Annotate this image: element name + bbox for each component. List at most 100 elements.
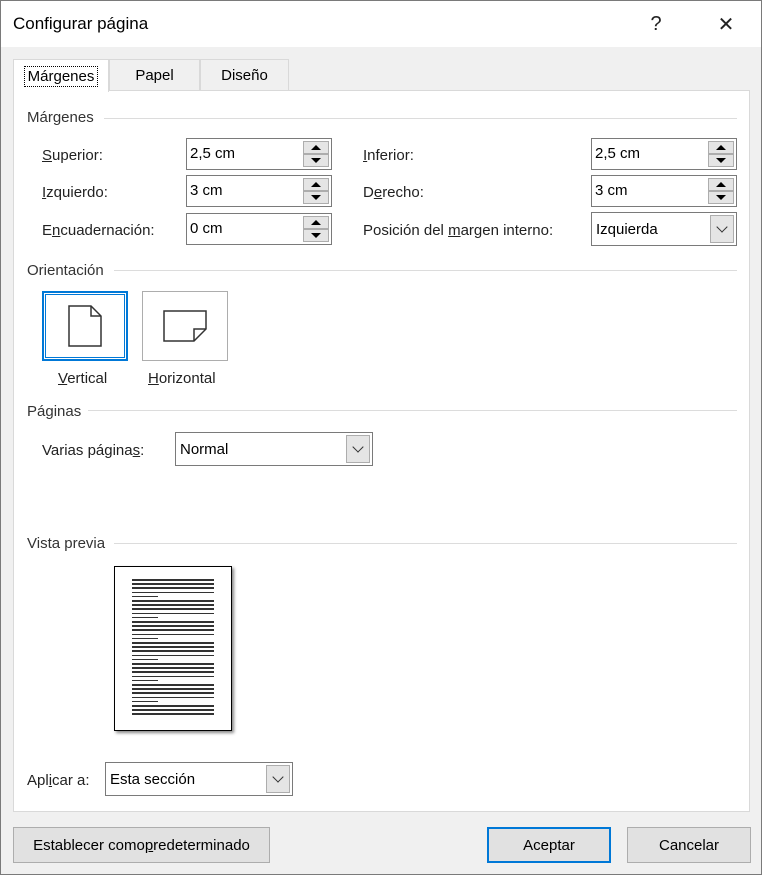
pages-group-divider [88, 410, 737, 411]
spin-up-icon[interactable] [303, 141, 329, 154]
tab-margins-label: Márgenes [23, 65, 99, 87]
spin-up-icon[interactable] [303, 216, 329, 229]
tab-paper-label: Papel [135, 67, 174, 84]
page-setup-dialog: Configurar página ? ✕ Márgenes Papel Dis… [0, 0, 762, 875]
preview-page [114, 566, 232, 731]
landscape-page-icon [163, 310, 207, 342]
spin-down-icon[interactable] [303, 154, 329, 167]
preview-text-line [132, 692, 214, 694]
gutter-label: Encuadernación: [42, 222, 155, 239]
preview-text-line [132, 709, 214, 711]
apply-to-value: Esta sección [110, 771, 196, 788]
gutter-value[interactable]: 0 cm [190, 220, 223, 237]
preview-text-line [132, 612, 214, 615]
preview-text-line [132, 654, 214, 657]
top-margin-spinner[interactable]: 2,5 cm [186, 138, 332, 170]
preview-text-line [132, 587, 214, 589]
bottom-margin-label: Inferior: [363, 147, 414, 164]
preview-text-line [132, 625, 214, 627]
preview-text-line [132, 637, 158, 640]
preview-text-line [132, 616, 158, 619]
close-button[interactable]: ✕ [703, 1, 749, 47]
preview-text-line [132, 591, 214, 594]
preview-text-line [132, 679, 158, 682]
multiple-pages-select[interactable]: Normal [175, 432, 373, 466]
margins-group-divider [104, 118, 737, 119]
preview-text-line [132, 700, 158, 703]
right-margin-value[interactable]: 3 cm [595, 182, 628, 199]
preview-text-line [132, 595, 158, 598]
set-as-default-button[interactable]: Establecer como p redeterminado [13, 827, 270, 863]
close-icon: ✕ [717, 13, 735, 36]
dialog-title: Configurar página [13, 14, 149, 33]
preview-text-line [132, 646, 214, 648]
margins-group-label: Márgenes [27, 109, 94, 126]
chevron-down-icon[interactable] [710, 215, 734, 243]
preview-text-line [132, 675, 214, 678]
gutter-spinner[interactable]: 0 cm [186, 213, 332, 245]
landscape-label: Horizontal [148, 370, 216, 387]
gutter-position-value: Izquierda [596, 221, 658, 238]
top-margin-value[interactable]: 2,5 cm [190, 145, 235, 162]
spin-down-icon[interactable] [303, 229, 329, 242]
chevron-down-icon[interactable] [346, 435, 370, 463]
preview-text-line [132, 671, 214, 673]
preview-group-divider [114, 543, 737, 544]
preview-text-line [132, 642, 214, 644]
tab-margins[interactable]: Márgenes [13, 59, 109, 92]
chevron-down-icon[interactable] [266, 765, 290, 793]
title-bar: Configurar página ? ✕ [1, 1, 761, 47]
tab-panel-margins: Márgenes Superior: 2,5 cm Inferior: 2,5 … [13, 90, 750, 812]
portrait-label: Vertical [58, 370, 108, 387]
spin-down-icon[interactable] [708, 191, 734, 204]
left-margin-spinner[interactable]: 3 cm [186, 175, 332, 207]
multiple-pages-value: Normal [180, 441, 229, 458]
preview-text-line [132, 667, 214, 669]
apply-to-label: Aplicar a: [27, 772, 90, 789]
preview-text-line [132, 696, 214, 699]
spin-up-icon[interactable] [708, 141, 734, 154]
portrait-page-icon [68, 305, 102, 347]
orientation-group-divider [114, 270, 737, 271]
bottom-margin-value[interactable]: 2,5 cm [595, 145, 640, 162]
spin-up-icon[interactable] [303, 178, 329, 191]
spin-up-icon[interactable] [708, 178, 734, 191]
preview-text-line [132, 705, 214, 707]
pages-group-label: Páginas [27, 403, 82, 420]
ok-button[interactable]: Aceptar [487, 827, 611, 863]
right-margin-spinner[interactable]: 3 cm [591, 175, 737, 207]
preview-text-line [132, 663, 214, 665]
portrait-option[interactable] [42, 291, 128, 361]
left-margin-label: Izquierdo: [42, 184, 108, 201]
right-margin-label: Derecho: [363, 184, 424, 201]
spin-down-icon[interactable] [303, 191, 329, 204]
preview-text-line [132, 604, 214, 606]
landscape-option[interactable] [142, 291, 228, 361]
preview-text-line [132, 688, 214, 690]
top-margin-label: Superior: [42, 147, 103, 164]
help-button[interactable]: ? [633, 1, 679, 47]
preview-text-line [132, 583, 214, 585]
preview-text-line [132, 579, 214, 581]
gutter-position-label: Posición del margen interno: [363, 222, 554, 239]
bottom-margin-spinner[interactable]: 2,5 cm [591, 138, 737, 170]
tab-layout[interactable]: Diseño [200, 59, 289, 91]
preview-group-label: Vista previa [27, 535, 106, 552]
preview-text-line [132, 658, 158, 661]
multiple-pages-label: Varias páginas: [42, 442, 145, 459]
preview-text-line [132, 600, 214, 602]
apply-to-select[interactable]: Esta sección [105, 762, 293, 796]
spin-down-icon[interactable] [708, 154, 734, 167]
preview-text-line [132, 621, 214, 623]
tab-paper[interactable]: Papel [109, 59, 200, 91]
left-margin-value[interactable]: 3 cm [190, 182, 223, 199]
cancel-button[interactable]: Cancelar [627, 827, 751, 863]
gutter-position-select[interactable]: Izquierda [591, 212, 737, 246]
orientation-group-label: Orientación [27, 262, 104, 279]
preview-text-line [132, 713, 214, 715]
preview-text-line [132, 629, 214, 631]
preview-text-line [132, 608, 214, 610]
preview-text-line [132, 684, 214, 686]
preview-text-line [132, 650, 214, 652]
tab-layout-label: Diseño [221, 67, 268, 84]
